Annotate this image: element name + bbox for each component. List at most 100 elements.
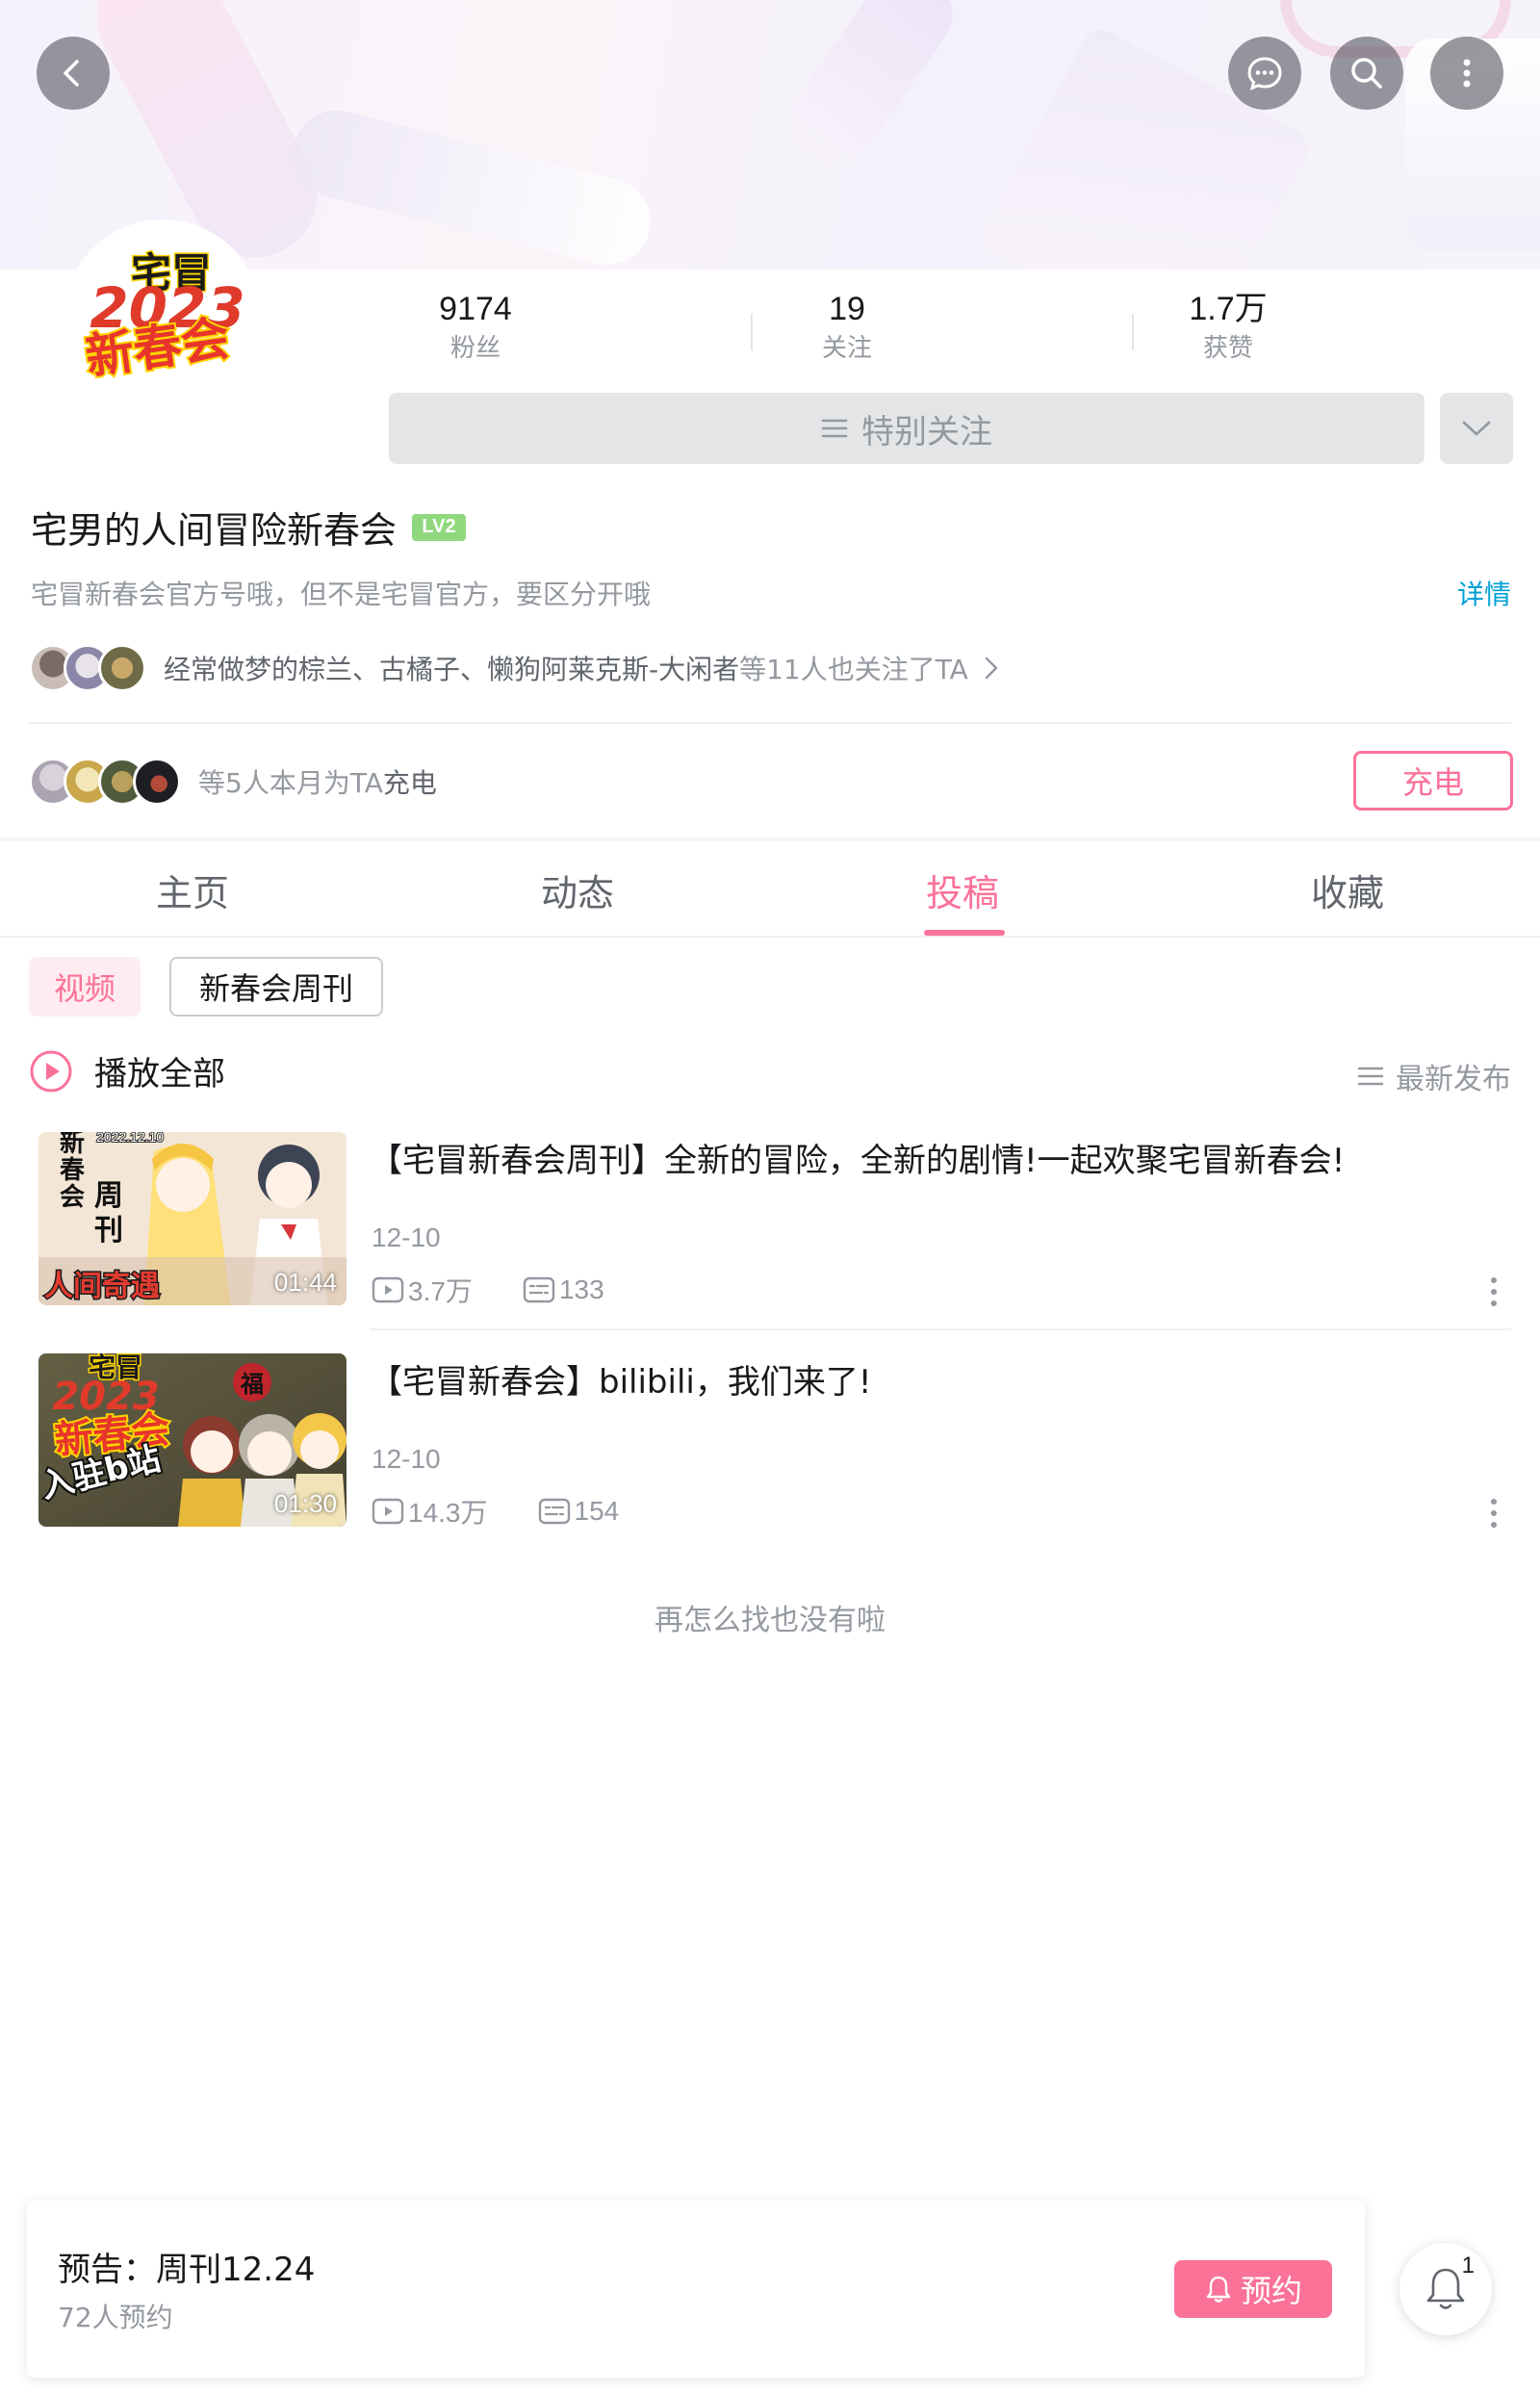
back-button[interactable] bbox=[37, 37, 110, 110]
bell-icon bbox=[1206, 2276, 1231, 2303]
play-count-icon bbox=[372, 1276, 404, 1303]
comment-count: 154 bbox=[538, 1496, 620, 1527]
charge-button[interactable]: 充电 bbox=[1353, 751, 1513, 811]
stat-label: 获赞 bbox=[1202, 334, 1253, 363]
video-date: 12-10 bbox=[372, 1223, 441, 1252]
sort-button[interactable]: 最新发布 bbox=[1357, 1055, 1511, 1097]
chat-bubble-icon bbox=[1247, 57, 1282, 91]
reservation-count: 72人预约 bbox=[58, 2302, 173, 2333]
video-meta: 3.7万 133 bbox=[372, 1271, 604, 1309]
level-badge: LV2 bbox=[412, 513, 467, 541]
mutual-followers-text: 经常做梦的棕兰、古橘子、懒狗阿莱克斯-大闲者等11人也关注了TA bbox=[164, 649, 968, 687]
menu-lines-icon bbox=[821, 419, 848, 438]
video-date: 12-10 bbox=[372, 1444, 441, 1474]
charge-keyword: 充电 bbox=[382, 767, 437, 799]
view-count: 3.7万 bbox=[372, 1271, 473, 1309]
chevron-left-icon bbox=[64, 60, 79, 87]
banner-decoration bbox=[283, 101, 660, 270]
charge-supporters-row[interactable]: 等5人本月为TA充电 bbox=[29, 753, 1511, 811]
filter-chip-video[interactable]: 视频 bbox=[29, 957, 141, 1017]
play-count-icon bbox=[372, 1498, 404, 1525]
end-of-list-text: 再怎么找也没有啦 bbox=[654, 1604, 886, 1637]
charge-count-text: 等5人本月为TA bbox=[198, 767, 383, 799]
stat-likes[interactable]: 1.7万 获赞 bbox=[1132, 287, 1324, 366]
vertical-dots-icon bbox=[1463, 59, 1471, 88]
banner-decoration bbox=[775, 0, 967, 179]
vertical-dots-icon bbox=[1491, 1499, 1497, 1528]
danmaku-icon bbox=[538, 1498, 570, 1525]
video-item[interactable]: 福 宅冒 2023 新春会 入驻b站 01:30 【宅冒新春会】bilibili… bbox=[38, 1353, 1511, 1531]
comment-count-value: 133 bbox=[558, 1274, 604, 1304]
reserve-button[interactable]: 预约 bbox=[1174, 2260, 1332, 2318]
stat-value: 9174 bbox=[439, 291, 512, 327]
reservation-card[interactable]: 预告：周刊12.24 72人预约 预约 bbox=[27, 2201, 1365, 2378]
view-count-value: 14.3万 bbox=[408, 1498, 488, 1528]
reserve-label: 预约 bbox=[1240, 2273, 1302, 2309]
search-button[interactable] bbox=[1330, 37, 1403, 110]
active-tab-indicator bbox=[924, 930, 1005, 936]
comment-count-value: 154 bbox=[574, 1496, 620, 1526]
follow-dropdown-button[interactable] bbox=[1440, 393, 1513, 464]
stat-fans[interactable]: 9174 粉丝 bbox=[379, 287, 572, 366]
view-count-value: 3.7万 bbox=[408, 1276, 473, 1306]
play-circle-icon bbox=[30, 1050, 72, 1092]
stat-label: 关注 bbox=[821, 334, 872, 363]
search-icon bbox=[1351, 58, 1382, 89]
special-follow-button[interactable]: 特别关注 bbox=[389, 393, 1424, 464]
view-count: 14.3万 bbox=[372, 1492, 488, 1531]
avatar bbox=[98, 644, 146, 692]
stat-value: 19 bbox=[829, 291, 865, 327]
svg-text:福: 福 bbox=[240, 1371, 264, 1398]
video-more-button[interactable] bbox=[1476, 1494, 1511, 1532]
message-button[interactable] bbox=[1228, 37, 1301, 110]
notification-button[interactable]: 1 bbox=[1399, 2243, 1492, 2335]
avatar[interactable]: 宅冒 2023 新春会 bbox=[64, 219, 262, 418]
video-title: 【宅冒新春会】bilibili，我们来了! bbox=[370, 1363, 872, 1402]
svg-text:人间奇遇: 人间奇遇 bbox=[44, 1270, 160, 1303]
more-options-button[interactable] bbox=[1430, 37, 1503, 110]
special-follow-label: 特别关注 bbox=[861, 412, 992, 451]
tab-home[interactable]: 主页 bbox=[0, 841, 385, 938]
charge-avatars bbox=[29, 758, 181, 806]
play-all-button[interactable]: 播放全部 bbox=[29, 1047, 225, 1094]
charge-text: 等5人本月为TA充电 bbox=[198, 762, 437, 801]
avatar-logo: 宅冒 2023 新春会 bbox=[80, 248, 244, 388]
sort-label: 最新发布 bbox=[1396, 1063, 1511, 1096]
tab-favorites[interactable]: 收藏 bbox=[1155, 841, 1540, 938]
divider bbox=[370, 1328, 1511, 1330]
svg-text:周: 周 bbox=[94, 1179, 123, 1213]
video-item[interactable]: 新 春 会 周 刊 2022.12.10 人间奇遇 01:44 【宅冒新春会周刊… bbox=[38, 1132, 1511, 1309]
video-duration: 01:44 bbox=[273, 1268, 337, 1297]
svg-text:刊: 刊 bbox=[94, 1214, 123, 1248]
tab-uploads[interactable]: 投稿 bbox=[770, 841, 1155, 938]
svg-text:2022.12.10: 2022.12.10 bbox=[96, 1132, 164, 1145]
stat-value: 1.7万 bbox=[1189, 291, 1268, 327]
profile-tabs: 主页 动态 投稿 收藏 bbox=[0, 841, 1540, 938]
username-row: 宅男的人间冒险新春会 LV2 bbox=[31, 501, 467, 553]
mutual-followers-row[interactable]: 经常做梦的棕兰、古橘子、懒狗阿莱克斯-大闲者等11人也关注了TA bbox=[29, 641, 1511, 695]
notification-count: 1 bbox=[1461, 2252, 1475, 2278]
video-thumbnail: 新 春 会 周 刊 2022.12.10 人间奇遇 01:44 bbox=[38, 1132, 346, 1305]
video-thumbnail: 福 宅冒 2023 新春会 入驻b站 01:30 bbox=[38, 1353, 346, 1527]
chevron-right-icon bbox=[985, 656, 998, 680]
svg-text:新: 新 bbox=[60, 1132, 85, 1158]
stats-row: 9174 粉丝 19 关注 1.7万 获赞 bbox=[375, 287, 1530, 373]
danmaku-icon bbox=[523, 1276, 555, 1303]
divider bbox=[29, 722, 1511, 724]
mutual-suffix: 等11人也关注了TA bbox=[739, 654, 968, 685]
stat-label: 粉丝 bbox=[449, 334, 500, 363]
video-meta: 14.3万 154 bbox=[372, 1492, 619, 1531]
reservation-title: 预告：周刊12.24 bbox=[58, 2251, 316, 2289]
chevron-down-icon bbox=[1462, 421, 1491, 436]
username: 宅男的人间冒险新春会 bbox=[31, 509, 398, 552]
stat-following[interactable]: 19 关注 bbox=[751, 287, 943, 366]
video-more-button[interactable] bbox=[1476, 1273, 1511, 1311]
mutual-names: 经常做梦的棕兰、古橘子、懒狗阿莱克斯-大闲者 bbox=[164, 654, 740, 685]
comment-count: 133 bbox=[523, 1274, 604, 1305]
svg-text:会: 会 bbox=[60, 1183, 85, 1212]
play-all-label: 播放全部 bbox=[94, 1055, 225, 1094]
video-duration: 01:30 bbox=[273, 1489, 337, 1518]
tab-dynamics[interactable]: 动态 bbox=[385, 841, 770, 938]
detail-link[interactable]: 详情 bbox=[1457, 574, 1511, 612]
filter-chip-weekly[interactable]: 新春会周刊 bbox=[169, 957, 383, 1017]
